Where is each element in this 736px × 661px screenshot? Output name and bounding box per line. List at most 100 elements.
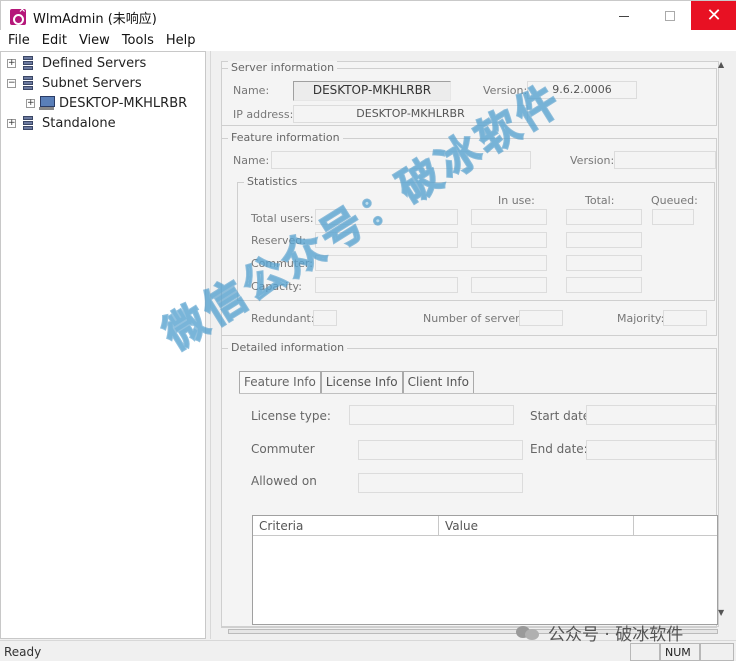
watermark-corner-text: 公众号 · 破冰软件 bbox=[548, 625, 684, 645]
expand-icon[interactable]: + bbox=[7, 118, 16, 128]
in-use-header: In use: bbox=[498, 194, 535, 207]
feature-version-label: Version: bbox=[570, 154, 615, 167]
maximize-icon bbox=[665, 11, 675, 21]
reserved-label: Reserved: bbox=[251, 234, 306, 247]
maximize-button[interactable] bbox=[647, 1, 693, 31]
total-users-total bbox=[566, 209, 642, 225]
feature-info-title: Feature information bbox=[228, 131, 343, 144]
tree-item-desktop[interactable]: + DESKTOP-MKHLRBR bbox=[26, 94, 187, 112]
minimize-icon bbox=[619, 15, 629, 17]
tree-label: Standalone bbox=[42, 115, 116, 131]
computer-icon bbox=[39, 96, 55, 110]
total-users-bar bbox=[315, 209, 458, 225]
menu-help[interactable]: Help bbox=[160, 30, 202, 51]
tab-divider bbox=[239, 393, 717, 394]
majority-label: Majority: bbox=[617, 312, 665, 325]
total-users-label: Total users: bbox=[251, 212, 314, 225]
majority-field bbox=[663, 310, 707, 326]
redundant-field bbox=[313, 310, 337, 326]
statistics-title: Statistics bbox=[244, 175, 301, 188]
number-of-servers-label: Number of servers: bbox=[423, 312, 530, 325]
tab-client-info[interactable]: Client Info bbox=[402, 371, 474, 393]
commuter-label: Commuter bbox=[251, 442, 315, 456]
status-num: NUM bbox=[660, 643, 700, 661]
reserved-bar bbox=[315, 232, 458, 248]
license-type-field bbox=[349, 405, 514, 425]
end-date-field bbox=[586, 440, 716, 460]
capacity-label: Capacity: bbox=[251, 280, 302, 293]
menu-bar: File Edit View Tools Help bbox=[0, 30, 736, 51]
detail-tabs: Feature Info License Info Client Info bbox=[239, 371, 474, 393]
detailed-info-title: Detailed information bbox=[228, 341, 348, 354]
server-group-icon bbox=[20, 75, 36, 91]
scroll-up-icon[interactable]: ▲ bbox=[718, 60, 724, 69]
menu-edit[interactable]: Edit bbox=[36, 30, 73, 51]
criteria-list[interactable]: Criteria Value bbox=[252, 515, 718, 625]
tree-label: DESKTOP-MKHLRBR bbox=[59, 95, 188, 111]
commuter-stat-label: Commuter: bbox=[251, 257, 313, 270]
column-header-value[interactable]: Value bbox=[439, 516, 634, 536]
version-label: Version: bbox=[483, 84, 528, 97]
server-group-icon bbox=[20, 115, 36, 131]
criteria-list-header: Criteria Value bbox=[253, 516, 717, 536]
ip-field: DESKTOP-MKHLRBR bbox=[293, 105, 528, 123]
queued-header: Queued: bbox=[651, 194, 698, 207]
close-button[interactable]: ✕ bbox=[691, 1, 736, 31]
start-date-field bbox=[586, 405, 716, 425]
tab-feature-info[interactable]: Feature Info bbox=[239, 371, 321, 393]
vertical-scrollbar[interactable]: ▲ ▼ bbox=[716, 60, 728, 620]
status-text: Ready bbox=[4, 645, 42, 659]
tree-item-standalone[interactable]: + Standalone bbox=[7, 114, 116, 132]
tree-item-defined-servers[interactable]: + Defined Servers bbox=[7, 54, 146, 72]
menu-view[interactable]: View bbox=[73, 30, 116, 51]
close-icon: ✕ bbox=[706, 5, 722, 26]
commuter-bar bbox=[315, 255, 547, 271]
server-info-title: Server information bbox=[228, 61, 338, 74]
end-date-label: End date: bbox=[530, 442, 588, 456]
menu-tools[interactable]: Tools bbox=[116, 30, 160, 51]
total-users-inuse bbox=[471, 209, 547, 225]
start-date-label: Start date bbox=[530, 409, 591, 423]
version-field: 9.6.2.0006 bbox=[527, 81, 637, 99]
feature-name-label: Name: bbox=[233, 154, 270, 167]
expand-icon[interactable]: + bbox=[7, 58, 16, 68]
title-bar: WlmAdmin (未响应) ✕ bbox=[0, 0, 736, 31]
expand-icon[interactable]: + bbox=[26, 98, 35, 108]
collapse-icon[interactable]: − bbox=[7, 78, 16, 88]
tree-item-subnet-servers[interactable]: − Subnet Servers bbox=[7, 74, 142, 92]
server-name-field: DESKTOP-MKHLRBR bbox=[293, 81, 451, 101]
reserved-total bbox=[566, 232, 642, 248]
scroll-down-icon[interactable]: ▼ bbox=[718, 608, 724, 617]
menu-file[interactable]: File bbox=[2, 30, 36, 51]
redundant-label: Redundant: bbox=[251, 312, 315, 325]
reserved-inuse bbox=[471, 232, 547, 248]
capacity-bar bbox=[315, 277, 458, 293]
capacity-inuse bbox=[471, 277, 547, 293]
commuter-total bbox=[566, 255, 642, 271]
allowed-on-label: Allowed on bbox=[251, 474, 317, 488]
server-name-label: Name: bbox=[233, 84, 270, 97]
minimize-button[interactable] bbox=[601, 1, 647, 31]
wechat-icon bbox=[516, 624, 542, 642]
total-users-queued bbox=[652, 209, 694, 225]
status-cell-empty-2 bbox=[700, 643, 734, 661]
feature-version-field bbox=[614, 151, 716, 169]
ip-label: IP address: bbox=[233, 108, 294, 121]
server-group-icon bbox=[20, 55, 36, 71]
watermark-corner: 公众号 · 破冰软件 bbox=[516, 620, 683, 645]
capacity-total bbox=[566, 277, 642, 293]
tree-label: Subnet Servers bbox=[42, 75, 142, 91]
number-of-servers-field bbox=[519, 310, 563, 326]
commuter-field bbox=[358, 440, 523, 460]
app-icon bbox=[10, 5, 26, 25]
license-type-label: License type: bbox=[251, 409, 331, 423]
tree-label: Defined Servers bbox=[42, 55, 147, 71]
window-title: WlmAdmin (未响应) bbox=[33, 12, 157, 27]
total-header: Total: bbox=[585, 194, 615, 207]
column-header-criteria[interactable]: Criteria bbox=[253, 516, 439, 536]
status-cell-empty bbox=[630, 643, 660, 661]
feature-name-field bbox=[271, 151, 531, 169]
tab-license-info[interactable]: License Info bbox=[320, 371, 403, 393]
allowed-on-field bbox=[358, 473, 523, 493]
server-tree[interactable]: + Defined Servers − Subnet Servers + DES… bbox=[0, 51, 206, 639]
